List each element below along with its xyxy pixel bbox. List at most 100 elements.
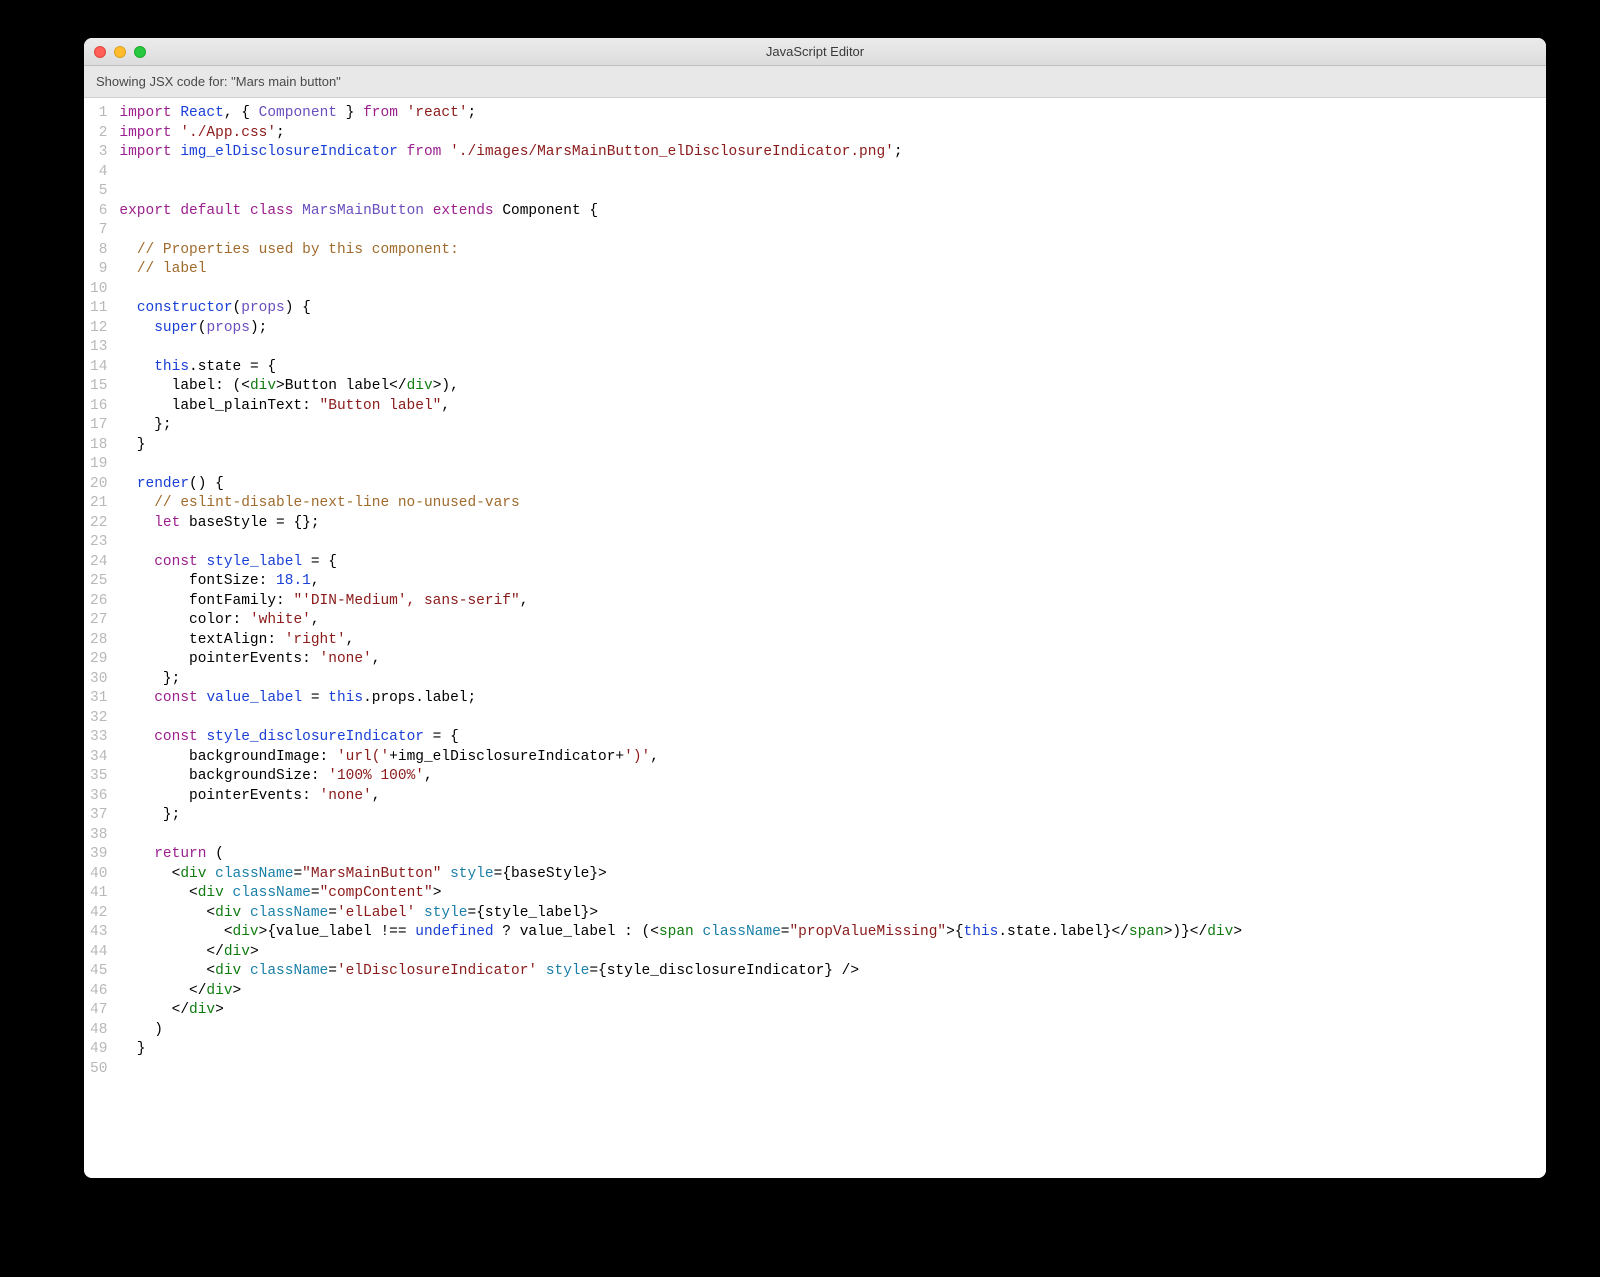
code-line[interactable]: render() {: [119, 475, 1242, 495]
line-number: 32: [90, 709, 107, 729]
code-line[interactable]: </div>: [119, 943, 1242, 963]
line-number: 8: [90, 241, 107, 261]
line-number: 15: [90, 377, 107, 397]
code-line[interactable]: backgroundImage: 'url('+img_elDisclosure…: [119, 748, 1242, 768]
code-line[interactable]: const style_label = {: [119, 553, 1242, 573]
line-number: 28: [90, 631, 107, 651]
line-number: 9: [90, 260, 107, 280]
code-line[interactable]: [119, 280, 1242, 300]
code-line[interactable]: };: [119, 416, 1242, 436]
code-line[interactable]: }: [119, 436, 1242, 456]
code-line[interactable]: const style_disclosureIndicator = {: [119, 728, 1242, 748]
code-line[interactable]: <div className="MarsMainButton" style={b…: [119, 865, 1242, 885]
line-number: 41: [90, 884, 107, 904]
code-line[interactable]: // label: [119, 260, 1242, 280]
line-number: 48: [90, 1021, 107, 1041]
line-number: 30: [90, 670, 107, 690]
code-line[interactable]: pointerEvents: 'none',: [119, 787, 1242, 807]
code-line[interactable]: backgroundSize: '100% 100%',: [119, 767, 1242, 787]
code-line[interactable]: textAlign: 'right',: [119, 631, 1242, 651]
line-number: 34: [90, 748, 107, 768]
code-line[interactable]: [119, 1060, 1242, 1080]
line-number: 31: [90, 689, 107, 709]
line-number: 3: [90, 143, 107, 163]
code-line[interactable]: fontFamily: "'DIN-Medium', sans-serif",: [119, 592, 1242, 612]
code-line[interactable]: };: [119, 806, 1242, 826]
code-line[interactable]: ): [119, 1021, 1242, 1041]
line-number: 42: [90, 904, 107, 924]
line-number: 2: [90, 124, 107, 144]
line-number: 38: [90, 826, 107, 846]
line-number: 36: [90, 787, 107, 807]
line-number: 5: [90, 182, 107, 202]
code-line[interactable]: }: [119, 1040, 1242, 1060]
code-line[interactable]: [119, 826, 1242, 846]
line-number: 43: [90, 923, 107, 943]
line-number: 40: [90, 865, 107, 885]
line-number: 19: [90, 455, 107, 475]
traffic-lights: [94, 46, 146, 58]
code-line[interactable]: constructor(props) {: [119, 299, 1242, 319]
line-number: 27: [90, 611, 107, 631]
code-line[interactable]: [119, 455, 1242, 475]
code-line[interactable]: [119, 182, 1242, 202]
code-line[interactable]: this.state = {: [119, 358, 1242, 378]
code-line[interactable]: [119, 163, 1242, 183]
code-line[interactable]: <div className='elLabel' style={style_la…: [119, 904, 1242, 924]
line-number: 39: [90, 845, 107, 865]
line-number: 20: [90, 475, 107, 495]
minimize-icon[interactable]: [114, 46, 126, 58]
code-line[interactable]: color: 'white',: [119, 611, 1242, 631]
line-number: 12: [90, 319, 107, 339]
line-number: 1: [90, 104, 107, 124]
code-line[interactable]: [119, 221, 1242, 241]
line-number: 46: [90, 982, 107, 1002]
code-line[interactable]: import './App.css';: [119, 124, 1242, 144]
line-number: 26: [90, 592, 107, 612]
line-number: 35: [90, 767, 107, 787]
code-line[interactable]: [119, 338, 1242, 358]
line-number: 18: [90, 436, 107, 456]
line-number: 23: [90, 533, 107, 553]
line-number: 21: [90, 494, 107, 514]
code-line[interactable]: pointerEvents: 'none',: [119, 650, 1242, 670]
code-line[interactable]: };: [119, 670, 1242, 690]
code-line[interactable]: import img_elDisclosureIndicator from '.…: [119, 143, 1242, 163]
line-number: 50: [90, 1060, 107, 1080]
code-line[interactable]: label: (<div>Button label</div>),: [119, 377, 1242, 397]
code-line[interactable]: super(props);: [119, 319, 1242, 339]
line-number: 49: [90, 1040, 107, 1060]
line-number: 11: [90, 299, 107, 319]
zoom-icon[interactable]: [134, 46, 146, 58]
code-line[interactable]: let baseStyle = {};: [119, 514, 1242, 534]
code-line[interactable]: [119, 533, 1242, 553]
code-line[interactable]: import React, { Component } from 'react'…: [119, 104, 1242, 124]
code-line[interactable]: <div className="compContent">: [119, 884, 1242, 904]
line-number: 13: [90, 338, 107, 358]
code-editor[interactable]: 1234567891011121314151617181920212223242…: [84, 98, 1546, 1178]
window-title: JavaScript Editor: [766, 44, 864, 59]
code-line[interactable]: <div className='elDisclosureIndicator' s…: [119, 962, 1242, 982]
code-line[interactable]: </div>: [119, 982, 1242, 1002]
code-line[interactable]: // Properties used by this component:: [119, 241, 1242, 261]
code-line[interactable]: [119, 709, 1242, 729]
line-number: 6: [90, 202, 107, 222]
line-number: 16: [90, 397, 107, 417]
code-line[interactable]: const value_label = this.props.label;: [119, 689, 1242, 709]
line-number: 44: [90, 943, 107, 963]
line-number: 33: [90, 728, 107, 748]
code-line[interactable]: // eslint-disable-next-line no-unused-va…: [119, 494, 1242, 514]
code-line[interactable]: <div>{value_label !== undefined ? value_…: [119, 923, 1242, 943]
line-number: 37: [90, 806, 107, 826]
code-line[interactable]: fontSize: 18.1,: [119, 572, 1242, 592]
code-content[interactable]: import React, { Component } from 'react'…: [115, 98, 1252, 1178]
line-number: 17: [90, 416, 107, 436]
code-line[interactable]: return (: [119, 845, 1242, 865]
code-line[interactable]: </div>: [119, 1001, 1242, 1021]
code-line[interactable]: export default class MarsMainButton exte…: [119, 202, 1242, 222]
code-line[interactable]: label_plainText: "Button label",: [119, 397, 1242, 417]
editor-window: JavaScript Editor Showing JSX code for: …: [84, 38, 1546, 1178]
titlebar[interactable]: JavaScript Editor: [84, 38, 1546, 66]
close-icon[interactable]: [94, 46, 106, 58]
line-number: 47: [90, 1001, 107, 1021]
